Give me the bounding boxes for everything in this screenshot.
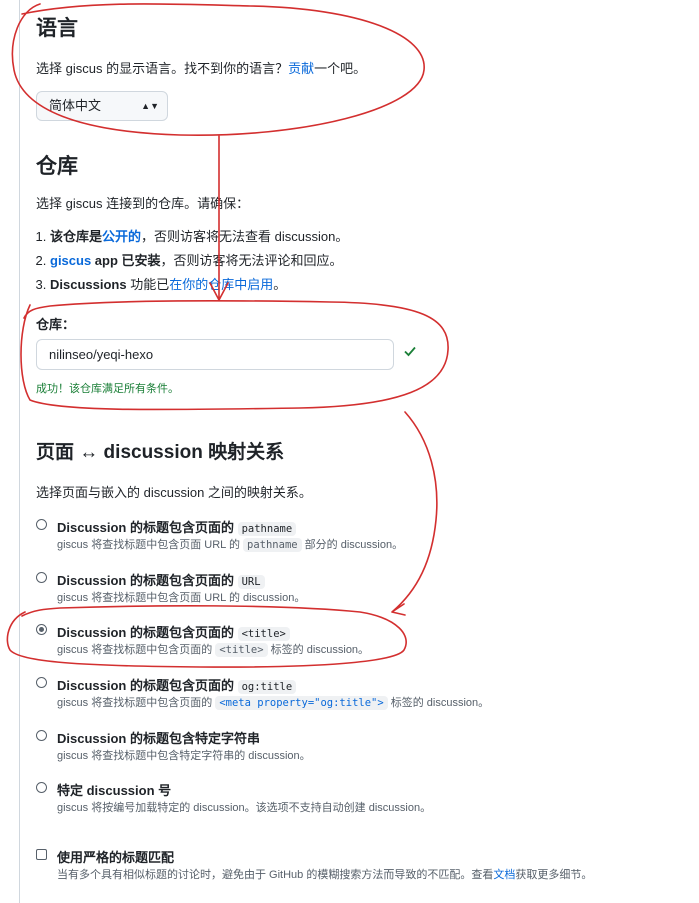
annotation-arrow-curve: [391, 411, 438, 616]
option-title-text: Discussion 的标题包含页面的: [57, 625, 234, 640]
option-desc-text: giscus 将查找标题中包含特定字符串的 discussion。: [57, 750, 311, 762]
option-desc-tail: 部分的 discussion。: [304, 539, 404, 551]
mapping-heading: 页面 ↔ discussion 映射关系: [36, 442, 285, 463]
repository-success-message: 成功！该仓库满足所有条件。: [36, 383, 179, 395]
repository-intro: 选择 giscus 连接到的仓库。请确保：: [36, 196, 250, 211]
option-desc-text: giscus 将查找标题中包含页面的: [57, 697, 213, 709]
option-title: Discussion 的标题包含页面的 URL: [57, 570, 265, 589]
option-code: <title>: [237, 627, 290, 641]
option-title-text: Discussion 的标题包含页面的: [57, 678, 234, 693]
req-rest: 。: [273, 277, 287, 292]
strict-description: 当有多个具有相似标题的讨论时，避免由于 GitHub 的模糊搜索方法而导致的不匹…: [57, 866, 592, 882]
requirement-discussions: Discussions 功能已在你的仓库中启用。: [50, 273, 348, 297]
language-desc-tail: 一个吧。: [314, 61, 367, 76]
radio-button[interactable]: [36, 782, 47, 793]
option-desc-code: <meta property="og:title">: [215, 696, 388, 710]
contribute-link[interactable]: 贡献: [288, 61, 314, 76]
option-description: giscus 将查找标题中包含特定字符串的 discussion。: [57, 747, 311, 763]
option-code: pathname: [237, 522, 297, 536]
option-description: giscus 将查找标题中包含页面的 <meta property="og:ti…: [57, 694, 489, 710]
giscus-app-link[interactable]: giscus: [50, 253, 91, 268]
option-title: 特定 discussion 号: [57, 780, 171, 799]
option-title: Discussion 的标题包含特定字符串: [57, 728, 260, 747]
language-desc-text: 选择 giscus 的显示语言。找不到你的语言？: [36, 61, 289, 76]
option-title: Discussion 的标题包含页面的 og:title: [57, 675, 297, 694]
option-title: Discussion 的标题包含页面的 <title>: [57, 622, 290, 641]
option-title-text: 特定 discussion 号: [57, 783, 172, 798]
radio-button-selected[interactable]: [36, 624, 47, 635]
option-title: Discussion 的标题包含页面的 pathname: [57, 517, 297, 536]
language-select-value: 简体中文: [49, 98, 102, 113]
option-desc-text: giscus 将查找标题中包含页面的: [57, 644, 213, 656]
option-desc-text: giscus 将按编号加载特定的 discussion。该选项不支持自动创建 d…: [57, 802, 432, 814]
req-rest: ，否则访客将无法查看 discussion。: [141, 229, 349, 244]
check-icon: [404, 346, 416, 357]
language-heading: 语言: [36, 17, 78, 40]
public-link[interactable]: 公开的: [102, 229, 141, 244]
radio-button[interactable]: [36, 677, 47, 688]
option-description: giscus 将按编号加载特定的 discussion。该选项不支持自动创建 d…: [57, 799, 431, 815]
radio-button[interactable]: [36, 730, 47, 741]
option-description: giscus 将查找标题中包含页面的 <title> 标签的 discussio…: [57, 641, 369, 657]
req-rest: ，否则访客将无法评论和回应。: [160, 253, 343, 268]
option-code: og:title: [237, 680, 297, 694]
repository-heading: 仓库: [36, 155, 78, 178]
req-mid: 功能已: [126, 277, 170, 292]
strict-checkbox[interactable]: [36, 849, 47, 860]
option-title-text: Discussion 的标题包含页面的: [57, 520, 234, 535]
req-text: 该仓库是: [50, 229, 103, 244]
language-select[interactable]: 简体中文 ▲▼: [36, 91, 168, 121]
req-text: app 已安装: [91, 253, 161, 268]
option-desc-code: <title>: [215, 643, 268, 657]
enable-discussions-link[interactable]: 在你的仓库中启用: [169, 277, 273, 292]
strict-label: 使用严格的标题匹配: [57, 850, 175, 865]
language-description: 选择 giscus 的显示语言。找不到你的语言？贡献一个吧。: [36, 58, 366, 77]
option-title-text: Discussion 的标题包含页面的: [57, 573, 234, 588]
requirement-public: 该仓库是公开的，否则访客将无法查看 discussion。: [50, 225, 348, 249]
requirement-app: giscus app 已安装，否则访客将无法评论和回应。: [50, 249, 348, 273]
mapping-intro: 选择页面与嵌入的 discussion 之间的映射关系。: [36, 485, 312, 500]
strict-desc-text: 当有多个具有相似标题的讨论时，避免由于 GitHub 的模糊搜索方法而导致的不匹…: [57, 869, 494, 881]
requirements-list: 该仓库是公开的，否则访客将无法查看 discussion。 giscus app…: [22, 225, 348, 297]
option-desc-text: giscus 将查找标题中包含页面 URL 的 discussion。: [57, 592, 306, 604]
radio-button[interactable]: [36, 572, 47, 583]
option-desc-code: pathname: [243, 538, 302, 552]
option-description: giscus 将查找标题中包含页面 URL 的 discussion。: [57, 589, 305, 605]
option-desc-tail: 标签的 discussion。: [270, 644, 370, 656]
radio-button[interactable]: [36, 519, 47, 530]
docs-link[interactable]: 文档: [493, 869, 515, 881]
option-description: giscus 将查找标题中包含页面 URL 的 pathname 部分的 dis…: [57, 536, 403, 552]
option-title-text: Discussion 的标题包含特定字符串: [57, 731, 260, 746]
option-desc-text: giscus 将查找标题中包含页面 URL 的: [57, 539, 240, 551]
req-text: Discussions: [50, 277, 127, 292]
strict-desc-tail: 获取更多细节。: [515, 869, 593, 881]
option-desc-tail: 标签的 discussion。: [390, 697, 490, 709]
left-border: [19, 0, 20, 903]
repository-field-label: 仓库：: [36, 317, 76, 332]
select-arrows-icon: ▲▼: [141, 101, 159, 111]
repository-input[interactable]: nilinseo/yeqi-hexo: [36, 339, 394, 370]
option-code: URL: [237, 575, 265, 589]
